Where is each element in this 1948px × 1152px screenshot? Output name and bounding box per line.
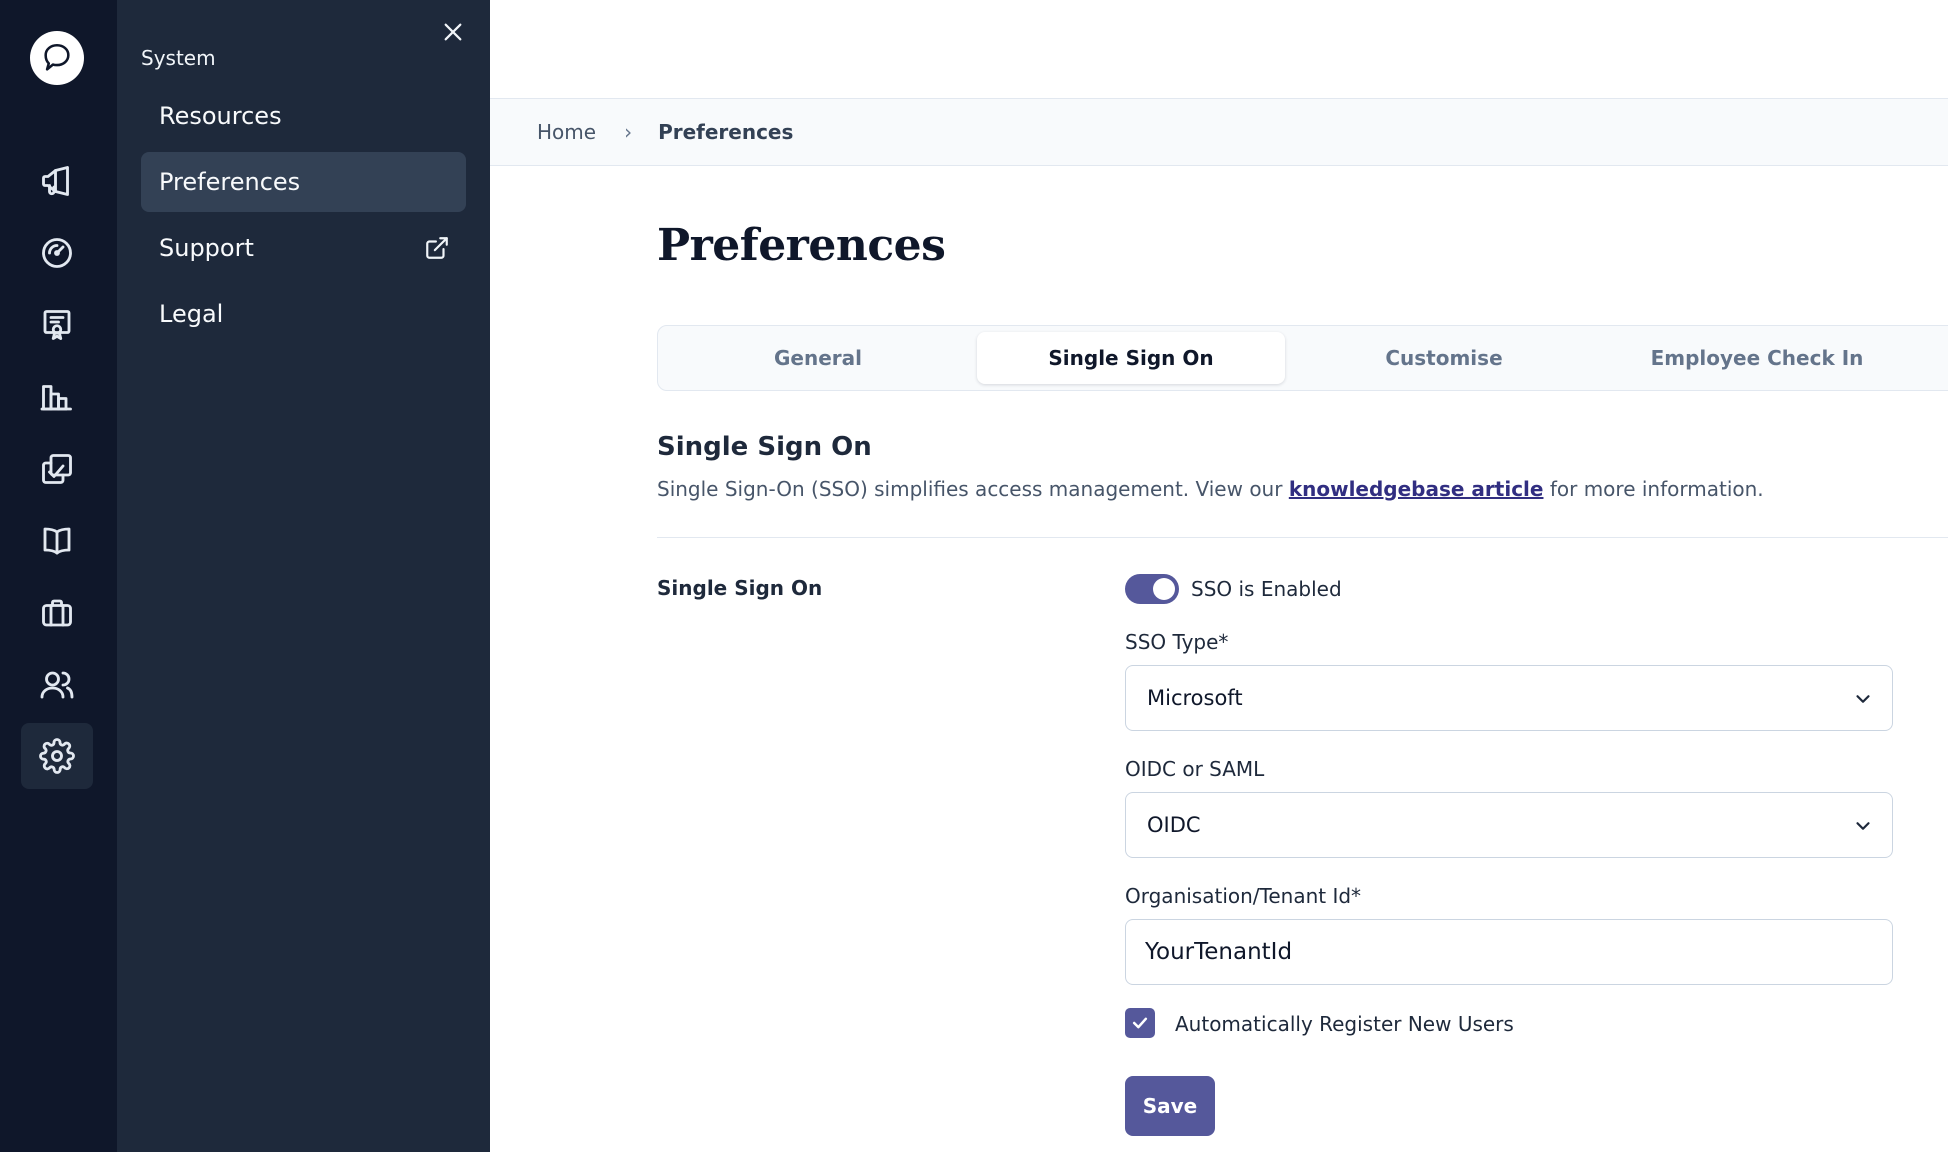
close-icon[interactable] xyxy=(435,14,471,50)
protocol-value: OIDC xyxy=(1147,813,1201,837)
auto-register-label: Automatically Register New Users xyxy=(1175,1012,1514,1036)
users-icon[interactable] xyxy=(21,652,93,718)
protocol-select[interactable]: OIDC xyxy=(1125,792,1893,858)
submenu-item-preferences[interactable]: Preferences xyxy=(141,152,466,212)
tenant-id-input[interactable]: YourTenantId xyxy=(1125,919,1893,985)
system-submenu: System Resources Preferences Support Leg… xyxy=(117,0,490,1152)
certificate-icon[interactable] xyxy=(21,292,93,358)
preferences-tabs: General Single Sign On Customise Employe… xyxy=(657,325,1948,391)
chevron-down-icon xyxy=(1856,822,1870,830)
toggle-knob xyxy=(1153,578,1175,600)
section-description-text-end: for more information. xyxy=(1543,477,1764,501)
sso-enabled-label: SSO is Enabled xyxy=(1191,577,1342,601)
gauge-icon[interactable] xyxy=(21,220,93,286)
submenu-item-label: Legal xyxy=(159,300,224,328)
breadcrumb: Home › Preferences xyxy=(490,99,1948,166)
top-bar xyxy=(490,0,1948,99)
knowledgebase-link[interactable]: knowledgebase article xyxy=(1289,477,1544,501)
gear-icon[interactable] xyxy=(21,723,93,789)
sso-enabled-toggle[interactable] xyxy=(1125,574,1179,604)
section-description-text: Single Sign-On (SSO) simplifies access m… xyxy=(657,477,1289,501)
save-button[interactable]: Save xyxy=(1125,1076,1215,1136)
submenu-section-title: System xyxy=(141,46,216,70)
megaphone-icon[interactable] xyxy=(21,148,93,214)
section-description: Single Sign-On (SSO) simplifies access m… xyxy=(657,477,1764,501)
section-heading: Single Sign On xyxy=(657,432,872,462)
breadcrumb-current: Preferences xyxy=(658,120,794,144)
tenant-id-value: YourTenantId xyxy=(1145,939,1293,965)
chevron-down-icon xyxy=(1856,695,1870,703)
tab-general[interactable]: General xyxy=(664,332,972,384)
section-divider xyxy=(657,537,1948,538)
submenu-item-label: Support xyxy=(159,234,254,262)
external-link-icon xyxy=(426,237,448,259)
main-content: Home › Preferences Preferences General S… xyxy=(490,0,1948,1152)
book-icon[interactable] xyxy=(21,508,93,574)
check-icon xyxy=(1132,1017,1148,1029)
sso-type-label: SSO Type* xyxy=(1125,630,1229,654)
breadcrumb-separator-icon: › xyxy=(624,120,633,144)
checklist-icon[interactable] xyxy=(21,436,93,502)
submenu-item-support[interactable]: Support xyxy=(141,218,466,278)
protocol-label: OIDC or SAML xyxy=(1125,757,1265,781)
briefcase-icon[interactable] xyxy=(21,580,93,646)
logo-icon[interactable] xyxy=(30,31,84,85)
tenant-id-label: Organisation/Tenant Id* xyxy=(1125,884,1362,908)
icon-rail xyxy=(0,0,117,1152)
submenu-item-resources[interactable]: Resources xyxy=(141,86,466,146)
tab-employee-check-in[interactable]: Employee Check In xyxy=(1603,332,1911,384)
breadcrumb-home[interactable]: Home xyxy=(537,120,596,144)
auto-register-checkbox[interactable] xyxy=(1125,1008,1155,1038)
sso-type-value: Microsoft xyxy=(1147,686,1243,710)
sso-type-select[interactable]: Microsoft xyxy=(1125,665,1893,731)
sso-row-label: Single Sign On xyxy=(657,576,823,600)
page-title: Preferences xyxy=(657,220,946,271)
bar-chart-icon[interactable] xyxy=(21,364,93,430)
tab-customise[interactable]: Customise xyxy=(1290,332,1598,384)
submenu-item-label: Preferences xyxy=(159,168,301,196)
tab-single-sign-on[interactable]: Single Sign On xyxy=(977,332,1285,384)
submenu-item-legal[interactable]: Legal xyxy=(141,284,466,344)
submenu-item-label: Resources xyxy=(159,102,282,130)
